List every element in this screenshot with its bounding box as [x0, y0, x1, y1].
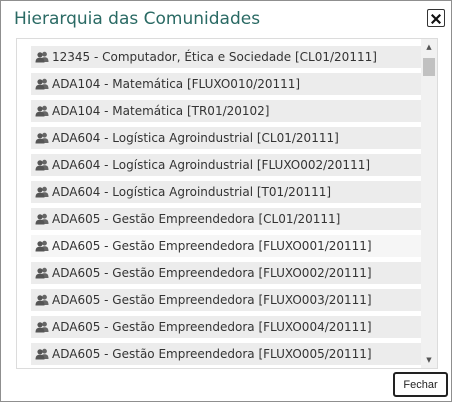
list-item-label: ADA605 - Gestão Empreendedora [FLUXO004/… — [52, 320, 372, 334]
users-icon — [35, 78, 49, 90]
list-item[interactable]: ADA605 - Gestão Empreendedora [FLUXO001/… — [31, 235, 423, 257]
list-item[interactable]: ADA104 - Matemática [FLUXO010/20111] — [31, 73, 423, 95]
scrollbar[interactable]: ▲ ▼ — [421, 39, 437, 368]
community-list: 12345 - Computador, Ética e Sociedade [C… — [31, 46, 423, 368]
scroll-up-icon[interactable]: ▲ — [421, 41, 437, 53]
list-item-label: ADA605 - Gestão Empreendedora [FLUXO001/… — [52, 239, 372, 253]
list-item-label: ADA604 - Logística Agroindustrial [T01/2… — [52, 185, 332, 199]
dialog-title: Hierarquia das Comunidades — [14, 9, 261, 29]
list-item-label: ADA605 - Gestão Empreendedora [FLUXO002/… — [52, 266, 372, 280]
close-button[interactable] — [427, 9, 445, 27]
list-item[interactable]: ADA604 - Logística Agroindustrial [CL01/… — [31, 127, 423, 149]
list-item-label: ADA605 - Gestão Empreendedora [FLUXO005/… — [52, 347, 372, 361]
users-icon — [35, 240, 49, 252]
users-icon — [35, 267, 49, 279]
users-icon — [35, 159, 49, 171]
list-item[interactable]: ADA605 - Gestão Empreendedora [FLUXO003/… — [31, 289, 423, 311]
users-icon — [35, 294, 49, 306]
users-icon — [35, 213, 49, 225]
scrollbar-thumb[interactable] — [423, 58, 435, 76]
list-item-label: ADA104 - Matemática [TR01/20102] — [52, 104, 270, 118]
list-item[interactable]: ADA604 - Logística Agroindustrial [T01/2… — [31, 181, 423, 203]
list-item-label: ADA604 - Logística Agroindustrial [FLUXO… — [52, 158, 371, 172]
users-icon — [35, 132, 49, 144]
list-item-label: ADA605 - Gestão Empreendedora [CL01/2011… — [52, 212, 341, 226]
users-icon — [35, 105, 49, 117]
list-item[interactable]: ADA605 - Gestão Empreendedora [FLUXO002/… — [31, 262, 423, 284]
close-icon — [430, 9, 442, 28]
list-item[interactable]: ADA605 - Gestão Empreendedora [FLUXO005/… — [31, 343, 423, 365]
list-item-label: ADA605 - Gestão Empreendedora [FLUXO003/… — [52, 293, 372, 307]
fechar-button[interactable]: Fechar — [393, 372, 448, 397]
users-icon — [35, 186, 49, 198]
dialog: Hierarquia das Comunidades 12345 - Compu… — [0, 0, 452, 402]
users-icon — [35, 51, 49, 63]
community-list-panel: 12345 - Computador, Ética e Sociedade [C… — [16, 38, 438, 369]
list-item-label: ADA104 - Matemática [FLUXO010/20111] — [52, 77, 301, 91]
list-item-label: 12345 - Computador, Ética e Sociedade [C… — [52, 50, 377, 64]
users-icon — [35, 321, 49, 333]
list-item[interactable]: ADA605 - Gestão Empreendedora [FLUXO004/… — [31, 316, 423, 338]
scroll-down-icon[interactable]: ▼ — [421, 354, 437, 366]
list-item[interactable]: ADA605 - Gestão Empreendedora [CL01/2011… — [31, 208, 423, 230]
list-item[interactable]: ADA104 - Matemática [TR01/20102] — [31, 100, 423, 122]
list-item[interactable]: 12345 - Computador, Ética e Sociedade [C… — [31, 46, 423, 68]
users-icon — [35, 348, 49, 360]
list-item-label: ADA604 - Logística Agroindustrial [CL01/… — [52, 131, 339, 145]
list-item[interactable]: ADA604 - Logística Agroindustrial [FLUXO… — [31, 154, 423, 176]
